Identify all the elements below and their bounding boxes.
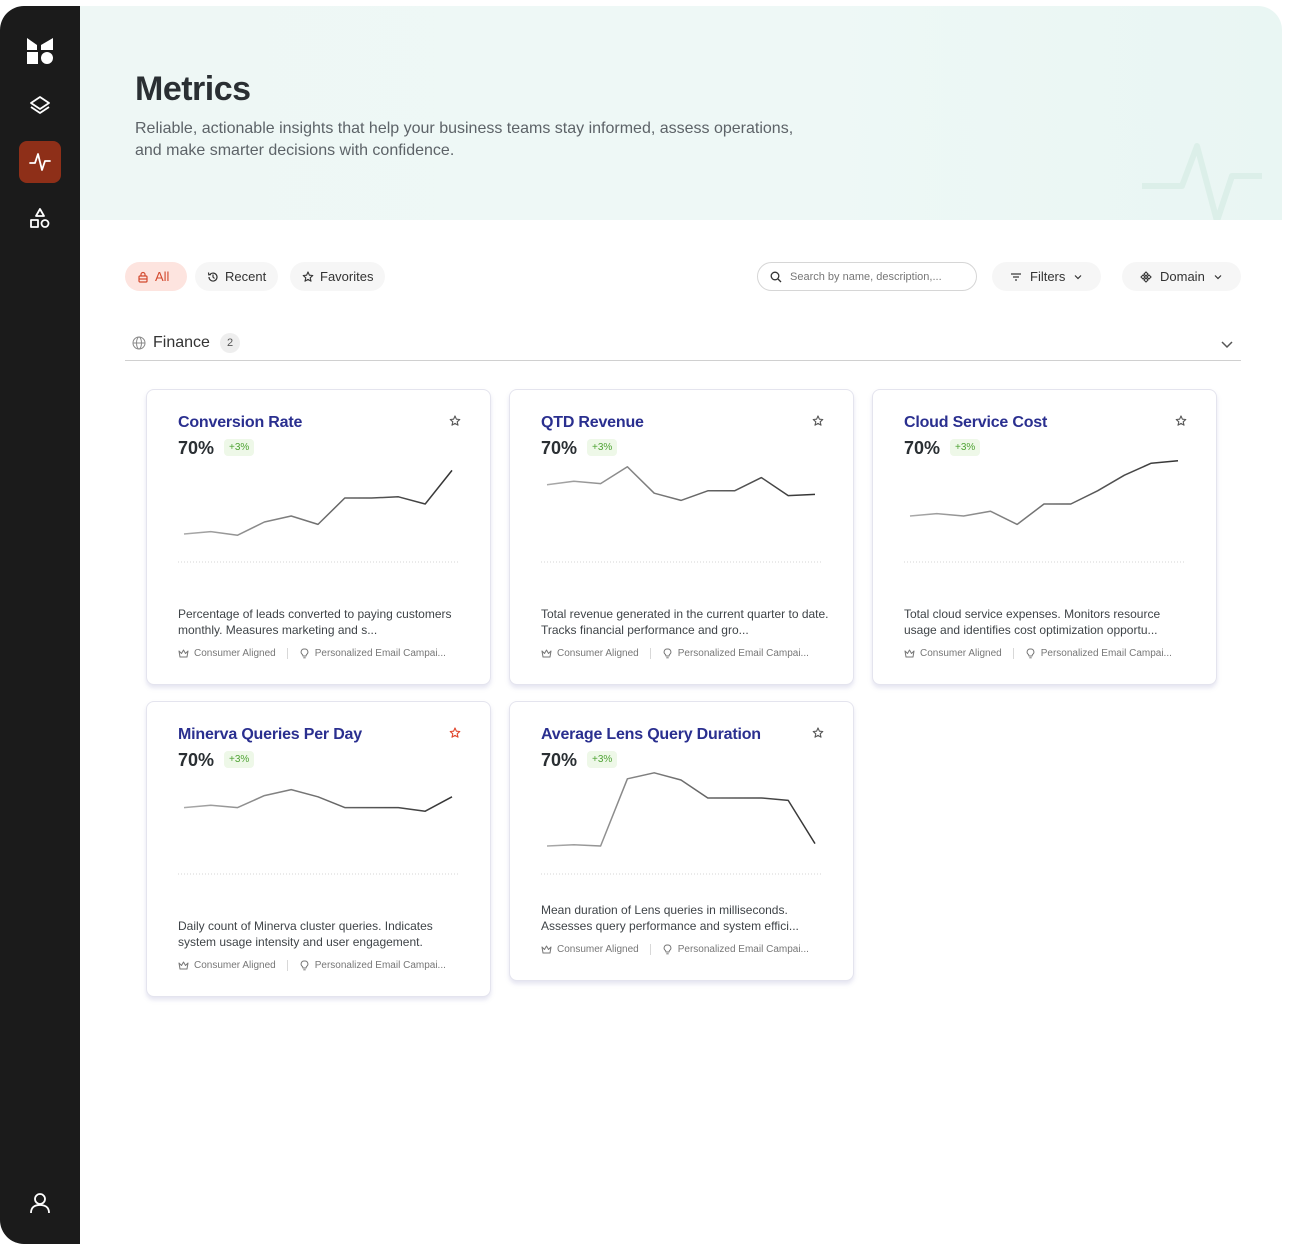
domain-label: Domain [1160,269,1205,284]
tag-use-case: Personalized Email Campai... [314,960,446,971]
logo-icon[interactable] [19,30,61,72]
shapes-icon[interactable] [19,197,61,239]
tag-consumer-aligned: Consumer Aligned [557,648,639,659]
history-icon [207,271,218,282]
crown-icon [541,649,552,658]
metric-tags: Consumer Aligned Personalized Email Camp… [904,648,1172,659]
tag-use-case: Personalized Email Campai... [677,944,809,955]
sparkline-series [546,772,816,847]
metric-card[interactable]: Minerva Queries Per Day 70% +3% Daily co… [146,701,491,997]
lightbulb-icon [300,960,309,971]
metric-card[interactable]: QTD Revenue 70% +3% Total revenue genera… [509,389,854,685]
favorite-star-icon[interactable] [449,415,461,427]
search-box[interactable] [757,262,977,291]
crown-icon [904,649,915,658]
favorite-star-icon[interactable] [812,727,824,739]
sparkline-chart [178,469,460,563]
group-title: Finance [153,334,210,351]
tag-use-case: Personalized Email Campai... [314,648,446,659]
lightbulb-icon [300,648,309,659]
metric-title[interactable]: Minerva Queries Per Day [178,726,362,744]
lightbulb-icon [1026,648,1035,659]
search-input[interactable] [790,270,955,283]
sparkline-chart [541,772,823,875]
sparkline-chart [904,460,1186,563]
tag-use-case: Personalized Email Campai... [677,648,809,659]
filters-dropdown[interactable]: Filters [992,262,1102,291]
tag-consumer-aligned: Consumer Aligned [557,944,639,955]
tag-consumer-aligned: Consumer Aligned [194,648,276,659]
globe-icon [132,336,146,350]
page-title: Metrics [135,70,251,108]
layers-icon[interactable] [19,85,61,127]
tag-use-case: Personalized Email Campai... [1040,648,1172,659]
crown-icon [541,945,552,954]
chevron-down-icon [1074,274,1082,279]
tab-favorites[interactable]: Favorites [290,262,386,291]
metric-title[interactable]: Conversion Rate [178,414,302,432]
tab-favorites-label: Favorites [320,269,374,284]
search-icon [770,271,782,282]
group-header-finance[interactable]: Finance 2 [125,330,1241,361]
tag-consumer-aligned: Consumer Aligned [920,648,1002,659]
star-icon [302,270,314,282]
crown-icon [178,649,189,658]
domain-dropdown[interactable]: Domain [1122,262,1241,291]
toolbar: All Recent Favorites Filters Domain [125,262,1247,292]
sparkline-chart [178,788,460,875]
favorite-star-icon[interactable] [1175,415,1187,427]
tag-consumer-aligned: Consumer Aligned [194,960,276,971]
user-icon[interactable] [19,1182,61,1224]
favorite-star-icon[interactable] [449,727,461,739]
pulse-watermark-icon [1142,143,1262,220]
chevron-down-icon[interactable] [1219,336,1235,352]
metric-tags: Consumer Aligned Personalized Email Camp… [541,944,809,955]
metric-title[interactable]: Cloud Service Cost [904,414,1047,432]
metric-description: Percentage of leads converted to paying … [178,607,452,637]
metric-description: Total revenue generated in the current q… [541,607,829,637]
tab-all[interactable]: All [125,262,187,291]
filter-icon [1011,272,1021,281]
lightbulb-icon [663,944,672,955]
sparkline-series [183,469,453,536]
metric-card[interactable]: Cloud Service Cost 70% +3% Total cloud s… [872,389,1217,685]
metric-tags: Consumer Aligned Personalized Email Camp… [178,960,446,971]
metric-description: Daily count of Minerva cluster queries. … [178,919,433,949]
metric-description: Mean duration of Lens queries in millise… [541,903,799,933]
metric-title[interactable]: QTD Revenue [541,414,644,432]
metric-title[interactable]: Average Lens Query Duration [541,726,761,744]
favorite-star-icon[interactable] [812,415,824,427]
lock-icon [138,271,148,283]
tab-recent-label: Recent [225,269,267,284]
page-description: Reliable, actionable insights that help … [135,120,794,159]
sparkline-series [909,460,1179,526]
metric-card[interactable]: Average Lens Query Duration 70% +3% Mean… [509,701,854,981]
metric-tags: Consumer Aligned Personalized Email Camp… [178,648,446,659]
group-count-badge: 2 [220,333,240,353]
crown-icon [178,961,189,970]
sparkline-chart [541,466,823,563]
tab-all-label: All [155,269,170,284]
sparkline-series [546,466,816,502]
filters-label: Filters [1030,269,1066,284]
lightbulb-icon [663,648,672,659]
page-header: Metrics Reliable, actionable insights th… [80,6,1282,220]
chevron-down-icon [1214,274,1222,279]
sparkline-series [183,788,453,812]
sidebar [0,6,80,1244]
tab-recent[interactable]: Recent [195,262,279,291]
pulse-icon[interactable] [19,141,61,183]
metric-card[interactable]: Conversion Rate 70% +3% Percentage of le… [146,389,491,685]
metric-description: Total cloud service expenses. Monitors r… [904,607,1161,637]
domain-icon [1140,270,1152,283]
metric-tags: Consumer Aligned Personalized Email Camp… [541,648,809,659]
